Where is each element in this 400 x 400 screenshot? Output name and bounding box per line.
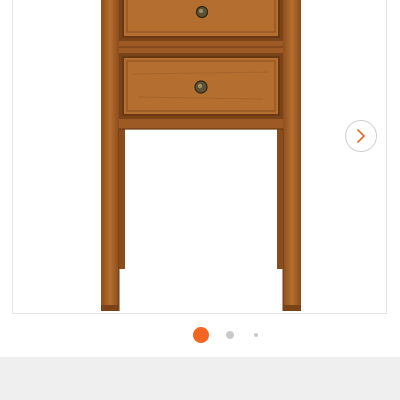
- carousel-dot-2[interactable]: [226, 331, 234, 339]
- chevron-right-icon: [357, 129, 365, 143]
- carousel-dot-3[interactable]: [254, 333, 258, 337]
- carousel-dot-1[interactable]: [193, 327, 209, 343]
- carousel-pagination: [0, 326, 400, 344]
- next-image-button[interactable]: [345, 120, 377, 152]
- bottom-bar: [0, 357, 400, 400]
- product-gallery-screen: [0, 0, 400, 400]
- nightstand-image: [101, 0, 301, 311]
- product-image-carousel[interactable]: [12, 0, 387, 314]
